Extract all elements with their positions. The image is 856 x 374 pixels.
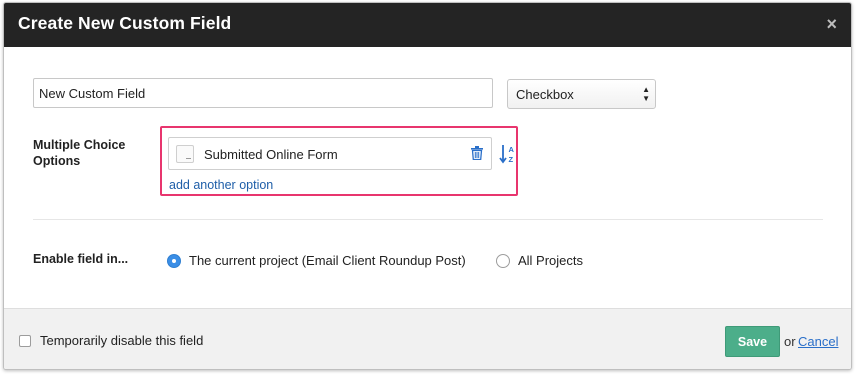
field-type-select[interactable]: Checkbox ▲ ▼ (507, 79, 656, 109)
multiple-choice-label: Multiple Choice Options (33, 138, 126, 168)
sort-alphabetical-icon[interactable]: A Z (499, 143, 517, 165)
select-arrows-icon: ▲ ▼ (642, 85, 650, 103)
radio-current-project[interactable] (167, 254, 181, 268)
option-text[interactable]: Submitted Online Form (204, 147, 338, 162)
svg-text:A: A (509, 145, 515, 154)
cancel-link[interactable]: Cancel (798, 334, 838, 349)
option-row: Submitted Online Form (168, 137, 492, 170)
radio-current-project-label[interactable]: The current project (Email Client Roundu… (189, 253, 466, 268)
disable-field-checkbox[interactable] (19, 335, 31, 347)
field-name-input[interactable] (33, 78, 493, 108)
radio-all-projects-label[interactable]: All Projects (518, 253, 583, 268)
trash-icon[interactable] (471, 146, 483, 160)
add-option-link[interactable]: add another option (169, 178, 273, 192)
radio-all-projects[interactable] (496, 254, 510, 268)
disable-field-label[interactable]: Temporarily disable this field (40, 333, 203, 348)
dialog-footer: Temporarily disable this field Save or C… (4, 308, 851, 369)
or-text: or (784, 334, 796, 349)
section-divider (33, 219, 823, 220)
enable-field-label: Enable field in... (33, 252, 129, 266)
drag-handle-icon[interactable] (176, 145, 194, 163)
dialog-title: Create New Custom Field (18, 13, 232, 33)
field-type-value: Checkbox (516, 87, 574, 102)
svg-text:Z: Z (509, 155, 514, 164)
dialog-header: Create New Custom Field × (4, 3, 851, 47)
save-button[interactable]: Save (725, 326, 780, 357)
close-icon[interactable]: × (826, 14, 837, 34)
custom-field-dialog: Create New Custom Field × Checkbox ▲▼ Mu… (3, 2, 852, 370)
